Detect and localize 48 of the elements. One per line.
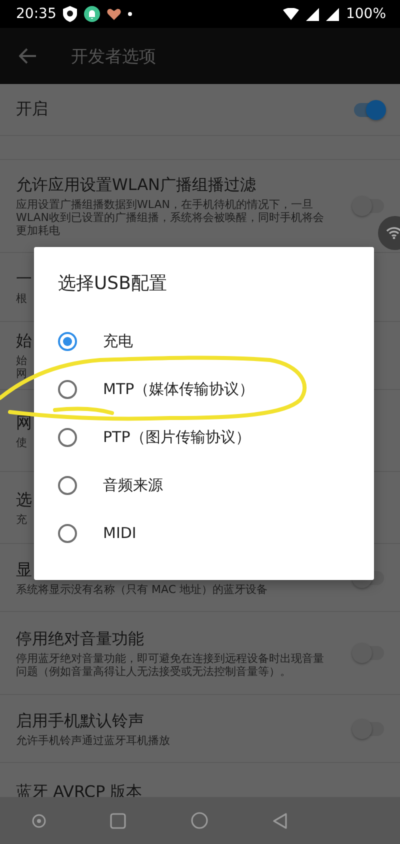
- setting-title: 始: [16, 331, 32, 352]
- wifi-icon: [282, 8, 299, 20]
- toggle-switch[interactable]: [354, 722, 384, 736]
- setting-description: 系统将显示没有名称（只有 MAC 地址）的蓝牙设备: [16, 582, 268, 596]
- page-title: 开发者选项: [71, 46, 156, 68]
- screen-record-icon[interactable]: [32, 814, 46, 828]
- signal-icon: [326, 8, 339, 20]
- dot-icon: [128, 12, 132, 16]
- bell-icon: [84, 6, 100, 22]
- battery-level: 100%: [346, 6, 386, 22]
- back-icon[interactable]: [19, 48, 37, 64]
- setting-title: 网: [16, 412, 32, 434]
- setting-title: 启用手机默认铃声: [16, 710, 144, 732]
- setting-title: 一: [16, 269, 32, 290]
- signal-icon: [306, 8, 319, 20]
- radio-button[interactable]: [58, 524, 77, 542]
- wifi-icon: [386, 227, 400, 239]
- setting-description: 应用设置广播组播数据到WLAN，在手机待机的情况下，一旦WLAN收到已设置的广播组播，系统将会被唤醒，同时手机将会更加耗电: [16, 198, 326, 237]
- radio-option[interactable]: MTP（媒体传输协议）: [58, 365, 350, 413]
- setting-title: 选: [16, 490, 32, 510]
- radio-button[interactable]: [58, 476, 77, 494]
- dialog-title: 选择USB配置: [58, 272, 168, 295]
- setting-description: 停用蓝牙绝对音量功能，即可避免在连接到远程设备时出现音量问题（例如音量高得让人无法接受或无法控制音量等）。: [16, 652, 325, 678]
- home-icon[interactable]: [190, 812, 208, 829]
- setting-title: 显: [16, 560, 32, 580]
- radio-button[interactable]: [58, 332, 77, 350]
- radio-option[interactable]: 音频来源: [58, 461, 350, 509]
- radio-option[interactable]: MIDI: [58, 509, 350, 557]
- radio-option[interactable]: 充电: [58, 317, 350, 365]
- setting-title: 停用绝对音量功能: [16, 628, 144, 650]
- setting-description: 充: [16, 512, 27, 526]
- radio-button[interactable]: [58, 380, 77, 398]
- setting-description: 使: [16, 436, 27, 448]
- heart-icon: [107, 8, 122, 20]
- radio-option[interactable]: PTP（图片传输协议）: [58, 413, 350, 461]
- back-icon[interactable]: [272, 812, 288, 828]
- setting-description: 根: [16, 292, 27, 305]
- toggle-switch[interactable]: [354, 102, 384, 116]
- setting-title: 开启: [16, 99, 48, 120]
- setting-title: 允许应用设置WLAN广播组播过滤: [16, 175, 256, 196]
- toggle-switch[interactable]: [354, 646, 384, 660]
- recent-apps-icon[interactable]: [110, 812, 126, 828]
- setting-description: 始网: [16, 354, 27, 380]
- status-time: 20:35: [16, 6, 56, 22]
- radio-button[interactable]: [58, 428, 77, 446]
- shield-icon: [63, 6, 78, 22]
- setting-description: 允许手机铃声通过蓝牙耳机播放: [16, 734, 170, 746]
- toggle-switch[interactable]: [354, 199, 384, 213]
